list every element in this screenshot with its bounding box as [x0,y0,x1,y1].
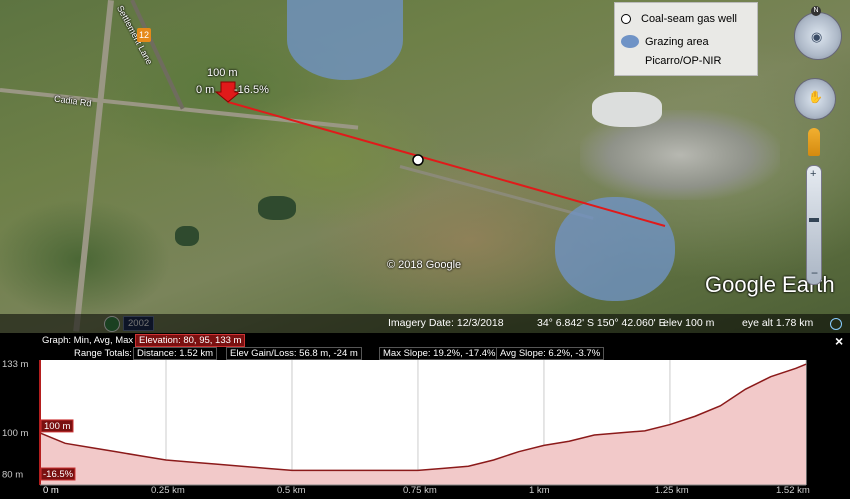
imagery-date: Imagery Date: 12/3/2018 [388,317,504,329]
blue-blob-icon [621,35,639,48]
map-legend: Coal-seam gas well Grazing area Picarro/… [614,2,758,76]
marker-top-label: 100 m [207,67,238,79]
hand-icon: ✋ [808,90,823,104]
gas-well-marker [412,154,424,166]
y-tick-label: 133 m [2,359,28,370]
elevation-profile-panel: Graph: Min, Avg, Max Elevation: 80, 95, … [0,333,850,499]
move-control[interactable]: ✋ [794,78,836,120]
marker-right-label: -16.5% [234,84,269,96]
marker-left-label: 0 m [196,84,215,96]
zoom-slider[interactable]: + − [806,165,822,285]
y-tick-label: 80 m [2,470,23,481]
elevation-chart[interactable]: 133 m 100 m 80 m 0 m 0.25 km 0.5 km 0.75 km 1 k… [0,333,850,499]
zoom-thumb[interactable] [809,218,819,222]
x-tick-label: 0.75 km [403,485,437,496]
north-indicator[interactable]: N [811,6,821,16]
x-tick-label: 0.5 km [277,485,306,496]
cursor-elev-label: 100 m [44,421,70,432]
zoom-out-icon[interactable]: − [811,266,818,280]
x-tick-label: 1.52 km [776,485,810,496]
street-view-pegman-icon[interactable] [808,128,820,156]
x-tick-label: 1 km [529,485,550,496]
x-tick-label: 0 m [43,485,59,496]
status-indicator-icon [830,318,842,330]
road-shield-icon: 12 [137,28,151,42]
legend-item: Coal-seam gas well [621,13,737,25]
x-tick-label: 0.25 km [151,485,185,496]
satellite-map[interactable]: 100 m 0 m -16.5% Cadia Rd Settlement Lan… [0,0,850,333]
eye-icon: ◉ [811,29,823,44]
legend-item: Grazing area [621,35,709,48]
white-circle-icon [621,14,631,24]
elevation-readout: elev 100 m [663,317,715,329]
coordinates: 34° 6.842' S 150° 42.060' E [537,317,666,329]
y-tick-label: 100 m [2,428,28,439]
copyright-text: © 2018 Google [387,259,462,271]
cursor-slope-label: -16.5% [43,469,74,480]
legend-item: Picarro/OP-NIR [645,55,721,67]
status-bar: Imagery Date: 12/3/2018 34° 6.842' S 150… [0,314,850,333]
look-control[interactable]: ◉ [794,12,842,60]
zoom-in-icon[interactable]: + [810,168,816,180]
legend-label: Picarro/OP-NIR [645,55,722,67]
legend-label: Grazing area [645,35,709,48]
x-tick-label: 1.25 km [655,485,689,496]
legend-label: Coal-seam gas well [641,13,737,25]
eye-altitude: eye alt 1.78 km [742,317,814,329]
